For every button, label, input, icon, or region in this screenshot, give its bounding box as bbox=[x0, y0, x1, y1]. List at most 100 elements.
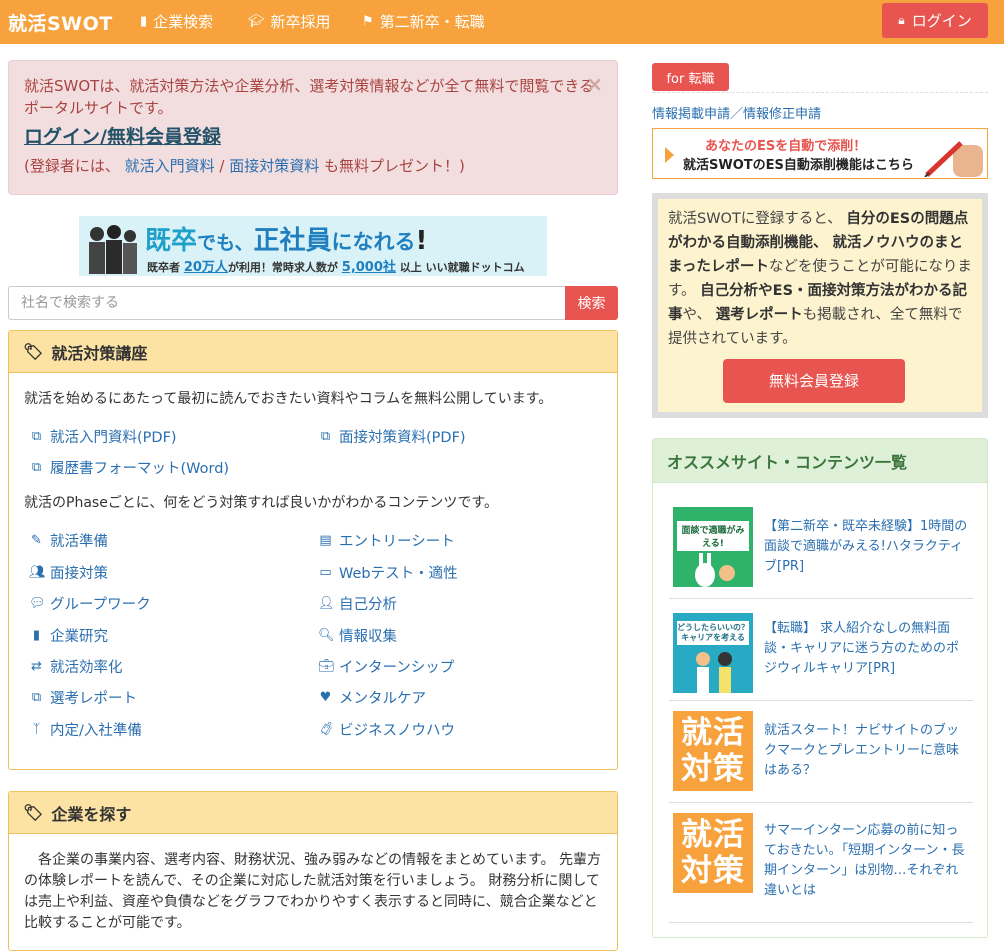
building-icon: ▮ bbox=[32, 628, 41, 643]
doc-link[interactable]: ⧉ 就活入門資料(PDF) bbox=[29, 426, 177, 447]
building-icon: ▮ bbox=[140, 14, 148, 29]
suitcase-icon: 🧳︎ bbox=[318, 722, 335, 737]
interview-doc-link[interactable]: 面接対策資料 bbox=[229, 157, 319, 175]
company-search-form: 検索 bbox=[8, 286, 618, 320]
banner-t2c: が利用！常時求人数が bbox=[227, 261, 338, 274]
thumb-kanji-1: 就活 bbox=[681, 715, 745, 751]
banner-t1c: 正社員 bbox=[253, 226, 332, 256]
site-logo[interactable]: 就活SWOT bbox=[8, 9, 113, 36]
intro-doc-link[interactable]: 就活入門資料 bbox=[125, 157, 215, 175]
close-icon[interactable]: × bbox=[586, 73, 603, 95]
banner-t2e: 以上 bbox=[399, 261, 422, 274]
phase-label: ビジネスノウハウ bbox=[339, 723, 455, 739]
copy-icon: ⧉ bbox=[31, 460, 42, 475]
alert-text: 就活SWOTは、就活対策方法や企業分析、選考対策情報などが全て無料で閲覧できるポ… bbox=[24, 77, 595, 117]
users-icon: 👥︎ bbox=[29, 565, 46, 580]
phase-label: 就活効率化 bbox=[50, 660, 123, 676]
recommended-text: 【第二新卒・既卒未経験】1時間の面談で適職がみえる!ハタラクティブ[PR] bbox=[764, 519, 968, 574]
ad-banner[interactable]: 既卒でも、正社員になれる! 既卒者 20万人が利用！常時求人数が 5,000社 … bbox=[79, 216, 547, 276]
company-panel: 🏷︎ 企業を探す 各企業の事業内容、選考内容、財務状況、強み弱みなどの情報をまと… bbox=[8, 791, 618, 951]
phase-link[interactable]: ✎ 就活準備 bbox=[29, 530, 108, 551]
nav-career-change[interactable]: ⚑ 第二新卒・転職 bbox=[362, 11, 485, 32]
search-input[interactable] bbox=[8, 286, 566, 320]
nav-company-search[interactable]: ▮ 企業検索 bbox=[140, 11, 213, 32]
login-label: ログイン bbox=[911, 12, 972, 30]
phase-link[interactable]: ▭ Webテスト・適性 bbox=[318, 562, 458, 583]
recommended-item[interactable]: 面談で適職がみえる! 【第二新卒・既卒未経験】1時間の面談で適職がみえる!ハタラ… bbox=[669, 497, 973, 599]
registration-alert: × 就活SWOTは、就活対策方法や企業分析、選考対策情報などが全て無料で閲覧でき… bbox=[8, 60, 618, 195]
recommended-text: サマーインターン応募の前に知っておきたい。「短期インターン・長期インターン」は別… bbox=[764, 823, 965, 898]
recommended-text: 就活スタート！ナビサイトのブックマークとプレエントリーに意味はある？ bbox=[764, 723, 960, 778]
thumb-kanji-2: 対策 bbox=[681, 751, 745, 787]
phase-link[interactable]: ⧉ 選考レポート bbox=[29, 687, 137, 708]
phase-label: 面接対策 bbox=[50, 566, 108, 582]
register-promo: 就活SWOTに登録すると、 自分のESの問題点がわかる自動添削機能、 就活ノウハ… bbox=[652, 193, 988, 418]
promo-text: 就活SWOTに登録すると、 自分のESの問題点がわかる自動添削機能、 就活ノウハ… bbox=[668, 211, 972, 347]
search-button[interactable]: 検索 bbox=[565, 286, 618, 320]
doc-link[interactable]: ⧉ 面接対策資料(PDF) bbox=[318, 426, 466, 447]
phase-link[interactable]: 👥︎ 面接対策 bbox=[29, 562, 108, 583]
comments-icon: 💬︎ bbox=[29, 596, 46, 611]
posiwill-thumbnail: どうしたらいいの？キャリアを考える bbox=[673, 613, 753, 693]
phase-link[interactable]: ⇄ 就活効率化 bbox=[29, 656, 123, 677]
retweet-icon: ⇄ bbox=[31, 659, 42, 674]
briefcase-icon: 💼︎ bbox=[318, 659, 335, 674]
phase-link[interactable]: 👤︎ 自己分析 bbox=[318, 593, 397, 614]
tags-icon: 🏷︎ bbox=[23, 342, 44, 361]
file-text-icon: ▤ bbox=[319, 533, 332, 548]
rabbit-icon bbox=[695, 553, 735, 587]
es-correction-banner[interactable]: あなたのESを自動で添削！ 就活SWOTのES自動添削機能はこちら bbox=[652, 128, 988, 179]
heart-icon: ♥ bbox=[319, 690, 332, 705]
phase-link[interactable]: ▮ 企業研究 bbox=[29, 625, 108, 646]
login-register-link[interactable]: ログイン/無料会員登録 bbox=[24, 126, 602, 148]
top-navbar: 就活SWOT ▮ 企業検索 🎓︎ 新卒採用 ⚑ 第二新卒・転職 🔒︎ ログイン bbox=[0, 0, 1004, 44]
child-icon: ᛉ bbox=[32, 722, 41, 737]
doc-link[interactable]: ⧉ 履歴書フォーマット(Word) bbox=[29, 457, 229, 478]
job-hunting-thumbnail: 就活 対策 bbox=[673, 813, 753, 893]
banner-t2d: 5,000社 bbox=[341, 260, 396, 275]
banner-logo: いい就職ドットコム bbox=[425, 261, 525, 274]
phase-label: Webテスト・適性 bbox=[339, 566, 458, 582]
phase-link[interactable]: 🔍︎ 情報収集 bbox=[318, 625, 397, 646]
nav-new-grad[interactable]: 🎓︎ 新卒採用 bbox=[248, 11, 331, 32]
recommended-item[interactable]: 就活 対策 就活スタート！ナビサイトのブックマークとプレエントリーに意味はある？ bbox=[669, 701, 973, 803]
panel-heading: 🏷︎ 企業を探す bbox=[9, 792, 617, 834]
phase-link[interactable]: ᛉ 内定/入社準備 bbox=[29, 719, 142, 740]
alert-sub-suffix: も無料プレゼント！) bbox=[319, 157, 465, 175]
banner-t1e: ! bbox=[415, 226, 428, 256]
phase-label: 内定/入社準備 bbox=[50, 723, 142, 739]
promo-part: 選考レポート bbox=[715, 307, 803, 323]
recommended-item[interactable]: 就活 対策 サマーインターン応募の前に知っておきたい。「短期インターン・長期イン… bbox=[669, 803, 973, 923]
phase-link[interactable]: 💬︎ グループワーク bbox=[29, 593, 151, 614]
copy-icon: ⧉ bbox=[31, 429, 42, 444]
course-desc: 就活を始めるにあたって最初に読んでおきたい資料やコラムを無料公開しています。 bbox=[24, 391, 553, 407]
doc-label: 就活入門資料(PDF) bbox=[50, 430, 177, 446]
banner-t2a: 既卒者 bbox=[147, 261, 180, 274]
phase-link[interactable]: 💼︎ インターンシップ bbox=[318, 656, 454, 677]
phase-label: 自己分析 bbox=[339, 597, 397, 613]
phase-label: 選考レポート bbox=[50, 691, 137, 707]
lock-icon: 🔒︎ bbox=[898, 13, 905, 27]
recommended-text: 【転職】 求人紹介なしの無料面談・キャリアに迷う方のためのポジウィルキャリア[P… bbox=[764, 621, 960, 676]
play-icon bbox=[665, 147, 674, 163]
login-button[interactable]: 🔒︎ ログイン bbox=[882, 3, 988, 38]
alert-sub-sep: / bbox=[214, 157, 230, 175]
recommended-item[interactable]: どうしたらいいの？キャリアを考える 【転職】 求人紹介なしの無料面談・キャリアに… bbox=[669, 599, 973, 701]
phase-label: 情報収集 bbox=[339, 629, 397, 645]
search-icon: 🔍︎ bbox=[318, 628, 335, 643]
company-desc: 各企業の事業内容、選考内容、財務状況、強み弱みなどの情報をまとめています。 先輩… bbox=[24, 852, 602, 931]
listing-request-links[interactable]: 情報掲載申請／情報修正申請 bbox=[652, 103, 821, 122]
banner-subline: 既卒者 20万人が利用！常時求人数が 5,000社 以上 いい就職ドットコム bbox=[147, 256, 525, 275]
free-register-button[interactable]: 無料会員登録 bbox=[723, 359, 905, 403]
doc-label: 履歴書フォーマット(Word) bbox=[50, 461, 230, 477]
job-hunting-thumbnail: 就活 対策 bbox=[673, 711, 753, 791]
phase-link[interactable]: ▤ エントリーシート bbox=[318, 530, 454, 551]
phase-label: 企業研究 bbox=[50, 629, 108, 645]
phase-link[interactable]: 🧳︎ ビジネスノウハウ bbox=[318, 719, 455, 740]
phase-link[interactable]: ♥ メンタルケア bbox=[318, 687, 426, 708]
course-panel: 🏷︎ 就活対策講座 就活を始めるにあたって最初に読んでおきたい資料やコラムを無料… bbox=[8, 330, 618, 770]
people-illustration bbox=[89, 225, 137, 274]
promo-box: 就活SWOTに登録すると、 自分のESの問題点がわかる自動添削機能、 就活ノウハ… bbox=[658, 199, 982, 412]
user-icon: 👤︎ bbox=[318, 596, 335, 611]
career-change-tag[interactable]: for 転職 bbox=[652, 63, 729, 91]
